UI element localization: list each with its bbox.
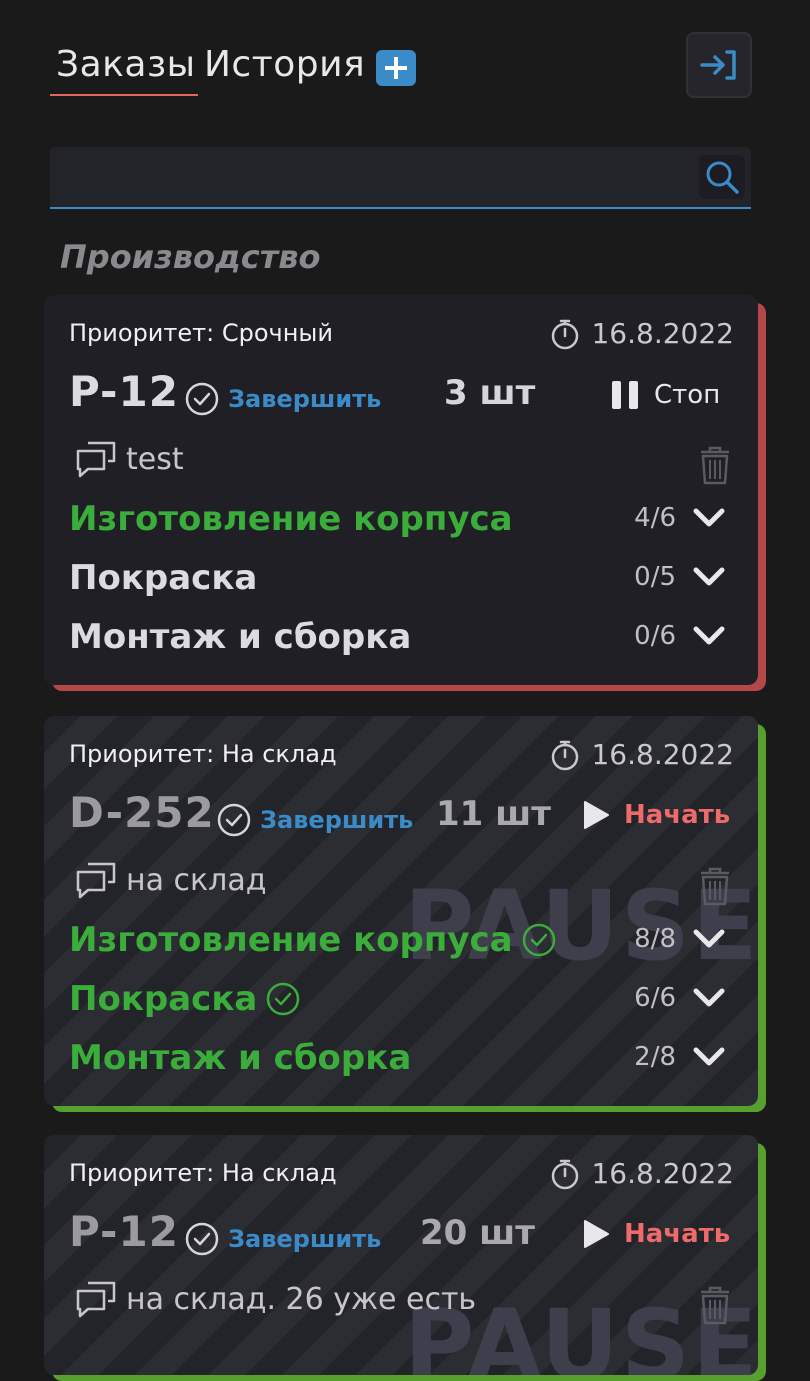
finish-button[interactable]: Завершить — [184, 381, 381, 417]
finish-button[interactable]: Завершить — [184, 1221, 381, 1257]
action-label: Стоп — [654, 380, 721, 410]
check-circle-icon — [185, 382, 219, 416]
start-button[interactable]: Начать — [582, 1219, 730, 1249]
comment-text: на склад — [126, 862, 267, 898]
tab-orders[interactable]: Заказы — [56, 44, 196, 85]
add-order-button[interactable] — [376, 50, 416, 86]
stage-count: 0/6 — [634, 621, 676, 651]
pause-icon — [612, 381, 638, 409]
stage-item: Монтаж и сборка — [69, 617, 412, 657]
chevron-down-icon[interactable] — [692, 625, 726, 647]
exit-button[interactable] — [686, 32, 752, 98]
trash-icon — [701, 867, 729, 906]
order-code: D-252 — [69, 788, 215, 837]
stage-count: 2/8 — [634, 1042, 676, 1072]
stopwatch-icon — [552, 1159, 579, 1189]
date-text: 16.8.2022 — [591, 738, 734, 771]
stopwatch-icon — [552, 740, 579, 770]
date-text: 16.8.2022 — [591, 317, 734, 350]
date-text: 16.8.2022 — [591, 1157, 734, 1190]
stage-count: 4/6 — [634, 503, 676, 533]
priority-label: Приоритет: Срочный — [69, 319, 333, 347]
finish-label: Завершить — [228, 1225, 382, 1253]
comment-icon — [76, 862, 116, 899]
comment-text: test — [126, 441, 184, 477]
order-comment: на склад. 26 уже есть — [74, 1279, 476, 1319]
chevron-down-icon[interactable] — [692, 928, 726, 950]
tab-history[interactable]: История — [204, 44, 365, 85]
delete-button[interactable] — [698, 1285, 732, 1329]
stage-count: 0/5 — [634, 562, 676, 592]
comment-icon — [76, 441, 116, 478]
comment-icon — [76, 1281, 116, 1318]
priority-label: Приоритет: На склад — [69, 1159, 337, 1187]
delete-button[interactable] — [698, 445, 732, 489]
check-circle-icon — [217, 803, 251, 837]
order-quantity: 20 шт — [420, 1213, 535, 1253]
stage-count: 8/8 — [634, 924, 676, 954]
chevron-down-icon[interactable] — [692, 507, 726, 529]
section-title: Производство — [60, 238, 321, 276]
start-button[interactable]: Начать — [582, 800, 730, 830]
chevron-down-icon[interactable] — [692, 566, 726, 588]
stage-item: Покраска — [69, 558, 258, 598]
finish-label: Завершить — [260, 806, 414, 834]
stage-item: Изготовление корпуса — [69, 499, 513, 539]
search-input[interactable] — [62, 157, 686, 199]
finish-button[interactable]: Завершить — [216, 802, 413, 838]
stage-count: 6/6 — [634, 983, 676, 1013]
play-icon — [584, 1220, 609, 1248]
order-date: 16.8.2022 — [549, 1157, 734, 1190]
order-quantity: 11 шт — [436, 794, 551, 834]
trash-icon — [701, 1286, 729, 1325]
header: Заказы История — [50, 32, 752, 100]
active-tab-indicator — [50, 94, 198, 96]
order-date: 16.8.2022 — [549, 317, 734, 350]
comment-text: на склад. 26 уже есть — [126, 1281, 477, 1317]
search-button[interactable] — [699, 155, 745, 199]
finish-label: Завершить — [228, 385, 382, 413]
order-comment: на склад — [74, 860, 266, 900]
plus-icon — [385, 57, 407, 79]
stage-item: Монтаж и сборка — [69, 1038, 412, 1078]
search-icon — [706, 161, 739, 194]
stopwatch-icon — [552, 319, 579, 349]
check-circle-icon — [185, 1222, 219, 1256]
action-label: Начать — [624, 1219, 731, 1249]
delete-button[interactable] — [698, 866, 732, 910]
order-comment: test — [74, 439, 184, 479]
check-circle-icon — [267, 982, 300, 1016]
order-quantity: 3 шт — [444, 373, 536, 413]
play-icon — [584, 801, 609, 829]
stage-item: Изготовление корпуса — [69, 920, 557, 960]
order-card: PAUSE Приоритет: На склад 16.8.2022 P-12… — [44, 1135, 766, 1381]
search-bar — [50, 147, 751, 209]
exit-icon — [700, 50, 736, 80]
order-code: P-12 — [69, 1207, 179, 1256]
check-circle-icon — [522, 923, 555, 957]
stop-button[interactable]: Стоп — [610, 379, 720, 411]
stage-item: Покраска — [69, 979, 301, 1019]
action-label: Начать — [624, 800, 731, 830]
order-date: 16.8.2022 — [549, 738, 734, 771]
order-card: PAUSE Приоритет: На склад 16.8.2022 D-25… — [44, 716, 766, 1112]
chevron-down-icon[interactable] — [692, 987, 726, 1009]
trash-icon — [701, 446, 729, 485]
order-code: P-12 — [69, 367, 179, 416]
priority-label: Приоритет: На склад — [69, 740, 337, 768]
chevron-down-icon[interactable] — [692, 1046, 726, 1068]
order-card: Приоритет: Срочный 16.8.2022 P-12 Заверш… — [44, 295, 766, 691]
